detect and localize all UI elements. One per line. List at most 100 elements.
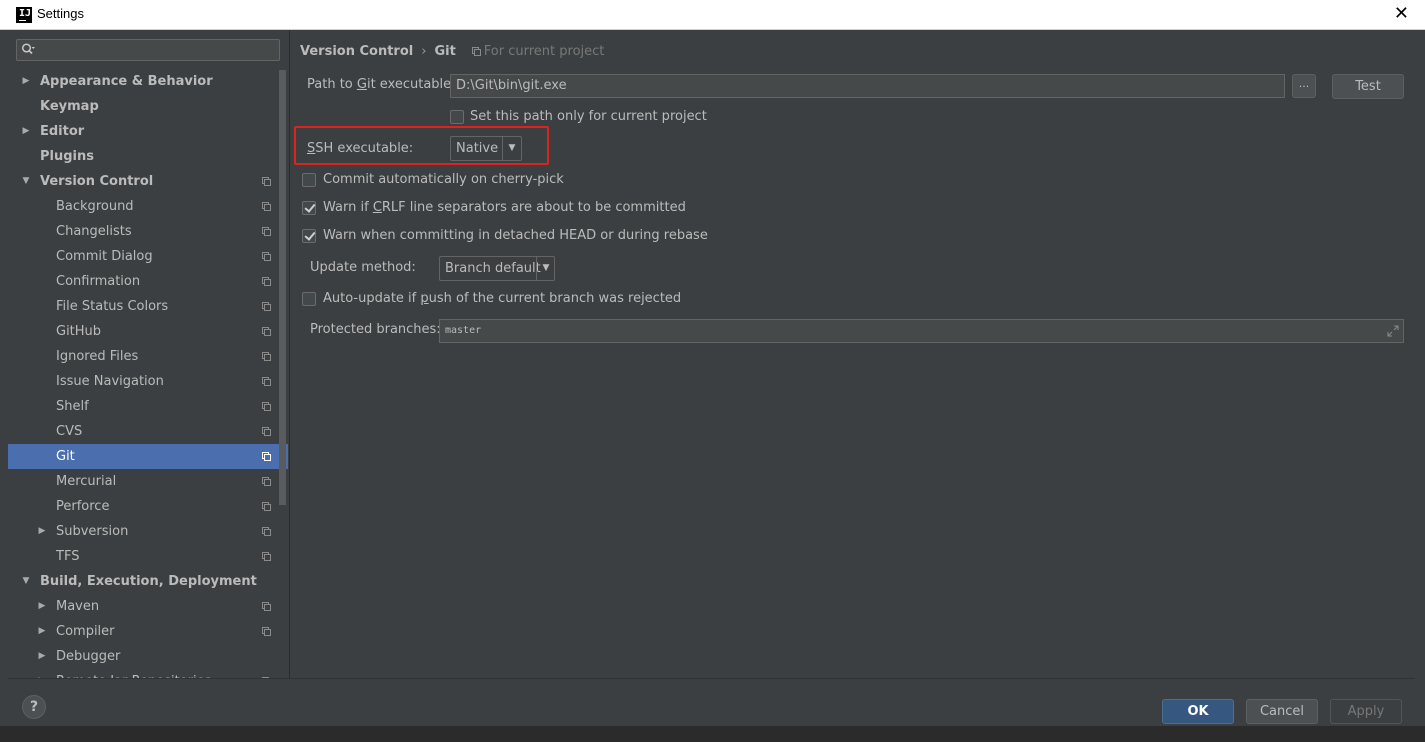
expand-arrow-icon[interactable]: ▶	[37, 669, 47, 678]
chevron-down-icon: ▼	[508, 143, 516, 153]
cancel-button[interactable]: Cancel	[1246, 699, 1318, 724]
window-title: Settings	[37, 6, 84, 21]
sidebar-item-tfs[interactable]: TFS	[8, 544, 288, 569]
sidebar-item-confirmation[interactable]: Confirmation	[8, 269, 288, 294]
update-method-dropdown[interactable]: Branch default ▼	[439, 256, 555, 281]
project-scope-icon	[262, 227, 271, 236]
sidebar-item-github[interactable]: GitHub	[8, 319, 288, 344]
update-method-label: Update method:	[310, 260, 416, 275]
project-scope-icon	[262, 252, 271, 261]
sidebar-item-label: Commit Dialog	[56, 249, 153, 264]
sidebar-item-version-control[interactable]: ▼ Version Control	[8, 169, 288, 194]
apply-button[interactable]: Apply	[1330, 699, 1402, 724]
sidebar-item-subversion[interactable]: ▶ Subversion	[8, 519, 288, 544]
protected-branches-field[interactable]: master	[439, 319, 1404, 343]
project-scope-icon	[262, 277, 271, 286]
sidebar-item-maven[interactable]: ▶ Maven	[8, 594, 288, 619]
search-input[interactable]	[16, 39, 280, 61]
project-scope-icon	[262, 177, 271, 186]
expand-arrow-icon[interactable]: ▶	[21, 69, 31, 94]
sidebar-item-ignored-files[interactable]: Ignored Files	[8, 344, 288, 369]
sidebar-item-keymap[interactable]: Keymap	[8, 94, 288, 119]
project-scope-icon	[262, 502, 271, 511]
ssh-executable-label: SSH executable:	[307, 141, 413, 156]
expand-arrow-icon[interactable]: ▶	[37, 644, 47, 669]
scope-hint-text: For current project	[483, 44, 605, 59]
sidebar-item-compiler[interactable]: ▶ Compiler	[8, 619, 288, 644]
background-window-left	[0, 30, 8, 742]
commit-cherry-pick-checkbox[interactable]	[302, 173, 316, 187]
background-window-right	[1415, 30, 1425, 742]
sidebar-item-git[interactable]: Git	[8, 444, 288, 469]
breadcrumb-parent: Version Control	[300, 44, 414, 59]
sidebar-item-label: Background	[56, 199, 134, 214]
browse-button[interactable]: ...	[1292, 74, 1316, 98]
sidebar-item-cvs[interactable]: CVS	[8, 419, 288, 444]
sidebar-item-shelf[interactable]: Shelf	[8, 394, 288, 419]
project-scope-icon	[262, 452, 271, 461]
collapse-arrow-icon[interactable]: ▼	[21, 169, 31, 194]
ssh-executable-dropdown[interactable]: Native ▼	[450, 136, 522, 161]
breadcrumb-separator: ›	[421, 44, 427, 59]
project-scope-icon	[262, 627, 271, 636]
sidebar-item-background[interactable]: Background	[8, 194, 288, 219]
test-button[interactable]: Test	[1332, 74, 1404, 99]
project-scope-icon	[262, 602, 271, 611]
sidebar-item-mercurial[interactable]: Mercurial	[8, 469, 288, 494]
expand-icon[interactable]	[1387, 325, 1399, 337]
commit-cherry-pick-label: Commit automatically on cherry-pick	[323, 172, 564, 187]
sidebar-item-label: TFS	[56, 549, 80, 564]
sidebar-item-changelists[interactable]: Changelists	[8, 219, 288, 244]
settings-tree: ▶ Appearance & Behavior Keymap ▶ Editor …	[8, 69, 288, 678]
auto-update-label-part: ush of the current branch was rejected	[428, 291, 682, 306]
warn-crlf-label: Warn if CRLF line separators are about t…	[323, 200, 686, 215]
sidebar-scrollbar[interactable]	[279, 70, 286, 505]
sidebar-item-label: Build, Execution, Deployment	[40, 574, 257, 589]
sidebar-item-label: Subversion	[56, 524, 129, 539]
expand-arrow-icon[interactable]: ▶	[37, 594, 47, 619]
ok-button[interactable]: OK	[1162, 699, 1234, 724]
sidebar-item-label: GitHub	[56, 324, 102, 339]
project-scope-icon	[262, 202, 271, 211]
dropdown-divider	[502, 137, 503, 160]
git-path-label-mnemonic: G	[356, 77, 367, 92]
footer-divider	[8, 678, 1415, 679]
expand-arrow-icon[interactable]: ▶	[37, 619, 47, 644]
sidebar-item-label: Version Control	[40, 174, 154, 189]
close-icon[interactable]: ✕	[1394, 3, 1409, 25]
sidebar-item-plugins[interactable]: Plugins	[8, 144, 288, 169]
sidebar-item-label: Issue Navigation	[56, 374, 164, 389]
project-scope-icon	[262, 402, 271, 411]
sidebar-item-label: Confirmation	[56, 274, 141, 289]
sidebar-item-perforce[interactable]: Perforce	[8, 494, 288, 519]
project-scope-icon	[262, 427, 271, 436]
sidebar-item-file-status-colors[interactable]: File Status Colors	[8, 294, 288, 319]
warn-crlf-checkbox[interactable]	[302, 201, 316, 215]
sidebar-item-build-execution-deployment[interactable]: ▼ Build, Execution, Deployment	[8, 569, 288, 594]
expand-arrow-icon[interactable]: ▶	[37, 519, 47, 544]
sidebar-item-label: Keymap	[40, 99, 99, 114]
sidebar-item-appearance[interactable]: ▶ Appearance & Behavior	[8, 69, 288, 94]
set-path-current-project-checkbox[interactable]	[450, 110, 464, 124]
collapse-arrow-icon[interactable]: ▼	[21, 569, 31, 594]
sidebar-item-remote-jar-repositories[interactable]: ▶ Remote Jar Repositories	[8, 669, 288, 678]
sidebar-item-editor[interactable]: ▶ Editor	[8, 119, 288, 144]
warn-detached-head-checkbox[interactable]	[302, 229, 316, 243]
protected-branches-label: Protected branches:	[310, 322, 441, 337]
sidebar-item-label: Ignored Files	[56, 349, 139, 364]
auto-update-checkbox[interactable]	[302, 292, 316, 306]
sidebar-item-label: Perforce	[56, 499, 110, 514]
sidebar-item-label: Shelf	[56, 399, 89, 414]
git-path-field[interactable]: D:\Git\bin\git.exe	[450, 74, 1285, 98]
sidebar-item-commit-dialog[interactable]: Commit Dialog	[8, 244, 288, 269]
sidebar-item-label: CVS	[56, 424, 83, 439]
help-button[interactable]: ?	[22, 695, 46, 719]
sidebar-item-label: Editor	[40, 124, 85, 139]
sidebar-item-debugger[interactable]: ▶ Debugger	[8, 644, 288, 669]
sidebar-item-label: Maven	[56, 599, 100, 614]
warn-crlf-label-part: Warn if	[323, 200, 373, 215]
git-path-label: Path to Git executable:	[307, 77, 456, 92]
project-scope-icon	[262, 327, 271, 336]
sidebar-item-issue-navigation[interactable]: Issue Navigation	[8, 369, 288, 394]
expand-arrow-icon[interactable]: ▶	[21, 119, 31, 144]
